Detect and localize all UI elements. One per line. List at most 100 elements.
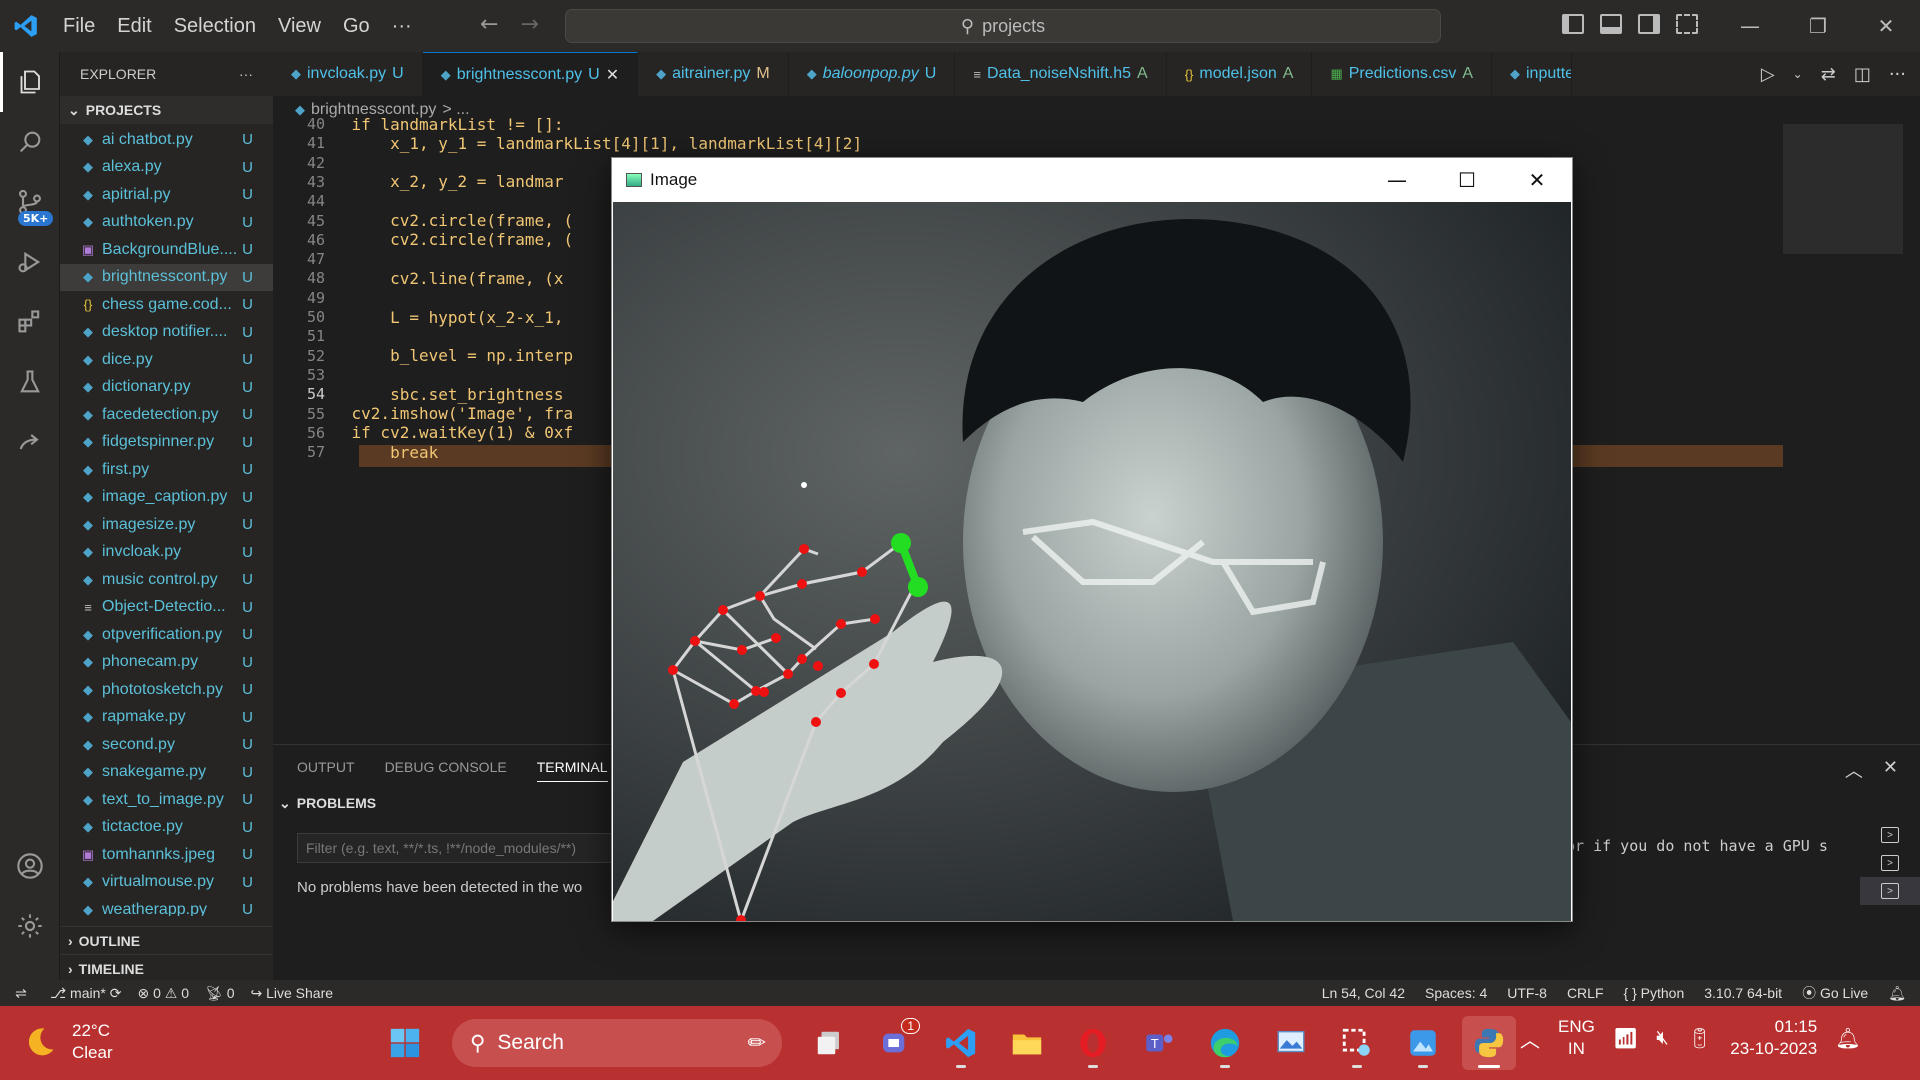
- minimap[interactable]: [1783, 124, 1903, 254]
- menu-item[interactable]: Edit: [106, 15, 162, 38]
- close-tab-icon[interactable]: ✕: [606, 65, 619, 85]
- chevron-down-icon[interactable]: ⌄: [1793, 67, 1803, 81]
- encoding[interactable]: UTF-8: [1507, 985, 1547, 1001]
- run-file-icon[interactable]: ▷: [1761, 64, 1775, 85]
- edge-browser-icon[interactable]: [1198, 1016, 1252, 1070]
- terminal-instance-icon[interactable]: >: [1860, 821, 1920, 849]
- problems-filter-input[interactable]: Filter (e.g. text, **/*.ts, !**/node_mod…: [297, 833, 657, 863]
- more-actions-icon[interactable]: ···: [239, 66, 253, 82]
- file-item[interactable]: ◆ virtualmouse.py U: [60, 869, 273, 897]
- file-item[interactable]: ◆ ai chatbot.py U: [60, 126, 273, 154]
- file-item[interactable]: ◆ second.py U: [60, 731, 273, 759]
- editor-tab[interactable]: ◆ baloonpop.py U: [789, 52, 956, 96]
- settings-gear-icon[interactable]: [0, 896, 60, 956]
- testing-icon[interactable]: [0, 352, 60, 412]
- opera-browser-icon[interactable]: [1066, 1016, 1120, 1070]
- branch-indicator[interactable]: ⎇ main* ⟳: [50, 985, 121, 1002]
- weather-widget[interactable]: 22°C Clear: [22, 1020, 113, 1064]
- taskbar-search[interactable]: ⚲ Search ✏︎: [452, 1019, 782, 1067]
- projects-section-header[interactable]: ⌄ PROJECTS: [60, 96, 273, 124]
- accounts-icon[interactable]: [0, 836, 60, 896]
- menu-item[interactable]: View: [267, 15, 332, 38]
- file-item[interactable]: ◆ desktop notifier.... U: [60, 319, 273, 347]
- file-item[interactable]: ◆ facedetection.py U: [60, 401, 273, 429]
- file-explorer-icon[interactable]: [1000, 1016, 1054, 1070]
- editor-tab[interactable]: {} model.json A: [1167, 52, 1313, 96]
- editor-scrollbar[interactable]: [1903, 124, 1920, 744]
- live-share-button[interactable]: ↪ Live Share: [250, 985, 333, 1002]
- tab-terminal[interactable]: TERMINAL: [536, 759, 608, 782]
- start-button[interactable]: [378, 1016, 432, 1070]
- wifi-icon[interactable]: 📶︎: [1613, 1026, 1638, 1051]
- tab-debug-console[interactable]: DEBUG CONSOLE: [385, 759, 507, 775]
- language-indicator[interactable]: ENG IN: [1558, 1016, 1595, 1060]
- minimize-icon[interactable]: —: [1362, 158, 1432, 202]
- tab-output[interactable]: OUTPUT: [297, 759, 355, 775]
- close-icon[interactable]: ✕: [1502, 158, 1572, 202]
- file-item[interactable]: ◆ fidgetspinner.py U: [60, 429, 273, 457]
- terminal-instance-icon[interactable]: >: [1860, 877, 1920, 905]
- toggle-panel-icon[interactable]: [1600, 14, 1622, 34]
- close-icon[interactable]: ✕: [1852, 0, 1920, 52]
- file-item[interactable]: {} chess game.cod... U: [60, 291, 273, 319]
- file-item[interactable]: ◆ otpverification.py U: [60, 621, 273, 649]
- command-center-search[interactable]: ⚲ projects: [565, 9, 1441, 43]
- file-item[interactable]: ▣ tomhannks.jpeg U: [60, 841, 273, 869]
- live-share-icon[interactable]: [0, 412, 60, 472]
- task-view-icon[interactable]: [802, 1016, 856, 1070]
- file-item[interactable]: ◆ first.py U: [60, 456, 273, 484]
- menu-item[interactable]: Go: [332, 15, 381, 38]
- ports-indicator[interactable]: 📡︎ 0: [205, 985, 234, 1002]
- editor-tab[interactable]: ◆ inputtе: [1492, 52, 1572, 96]
- compare-changes-icon[interactable]: ⇄: [1821, 64, 1836, 85]
- close-panel-icon[interactable]: ✕: [1883, 757, 1898, 783]
- clock[interactable]: 01:15 23-10-2023: [1730, 1016, 1817, 1060]
- file-item[interactable]: ◆ phonecam.py U: [60, 649, 273, 677]
- python-interpreter[interactable]: 3.10.7 64-bit: [1704, 985, 1782, 1001]
- file-item[interactable]: ◆ tictactoe.py U: [60, 814, 273, 842]
- restore-icon[interactable]: ❐: [1784, 0, 1852, 52]
- outline-section-header[interactable]: › OUTLINE: [60, 926, 273, 954]
- battery-icon[interactable]: 🔋︎: [1687, 1026, 1712, 1051]
- toggle-secondary-sidebar-icon[interactable]: [1638, 14, 1660, 34]
- toggle-sidebar-icon[interactable]: [1562, 14, 1584, 34]
- microsoft-teams-icon[interactable]: T: [1132, 1016, 1186, 1070]
- python-app-icon[interactable]: [1462, 1016, 1516, 1070]
- editor-tab[interactable]: ▦ Predictions.csv A: [1312, 52, 1492, 96]
- run-debug-icon[interactable]: [0, 232, 60, 292]
- editor-tab[interactable]: ◆ aitrainer.py M: [638, 52, 789, 96]
- forward-arrow-icon[interactable]: →: [520, 12, 538, 37]
- remote-indicator-icon[interactable]: ⇌: [0, 980, 42, 1006]
- indentation[interactable]: Spaces: 4: [1425, 985, 1487, 1001]
- editor-tab[interactable]: ◆ invcloak.py U: [273, 52, 423, 96]
- file-item[interactable]: ◆ dice.py U: [60, 346, 273, 374]
- file-item[interactable]: ◆ rapmake.py U: [60, 704, 273, 732]
- file-item[interactable]: ◆ snakegame.py U: [60, 759, 273, 787]
- file-item[interactable]: ◆ authtoken.py U: [60, 209, 273, 237]
- more-actions-icon[interactable]: ···: [1889, 64, 1906, 85]
- file-item[interactable]: ◆ text_to_image.py U: [60, 786, 273, 814]
- problems-indicator[interactable]: ⊗ 0 ⚠ 0: [137, 985, 189, 1002]
- split-editor-icon[interactable]: ◫: [1854, 64, 1871, 85]
- teams-chat-icon[interactable]: 1: [868, 1016, 922, 1070]
- notification-bell-icon[interactable]: 🔔︎: [1835, 1026, 1860, 1051]
- file-item[interactable]: ◆ phototosketch.py U: [60, 676, 273, 704]
- minimize-icon[interactable]: —: [1716, 0, 1784, 52]
- go-live-button[interactable]: ⦿ Go Live: [1802, 983, 1868, 1003]
- explorer-icon[interactable]: [0, 52, 60, 112]
- source-control-icon[interactable]: 5K+: [0, 172, 60, 232]
- back-arrow-icon[interactable]: ←: [480, 12, 498, 37]
- terminal-instance-icon[interactable]: >: [1860, 849, 1920, 877]
- editor-tab[interactable]: ◆ brightnesscont.py U ✕: [422, 52, 639, 96]
- volume-muted-icon[interactable]: 🔇︎: [1656, 1027, 1669, 1050]
- file-item[interactable]: ▣ BackgroundBlue.... U: [60, 236, 273, 264]
- file-item[interactable]: ◆ apitrial.py U: [60, 181, 273, 209]
- vscode-taskbar-icon[interactable]: [934, 1016, 988, 1070]
- extensions-icon[interactable]: [0, 292, 60, 352]
- menu-item[interactable]: File: [52, 15, 106, 38]
- file-item[interactable]: ◆ invcloak.py U: [60, 539, 273, 567]
- notifications-icon[interactable]: 🔔︎: [1888, 985, 1906, 1002]
- maximize-panel-icon[interactable]: ︿: [1845, 757, 1863, 783]
- language-mode[interactable]: { } Python: [1624, 985, 1685, 1001]
- cursor-position[interactable]: Ln 54, Col 42: [1322, 985, 1405, 1001]
